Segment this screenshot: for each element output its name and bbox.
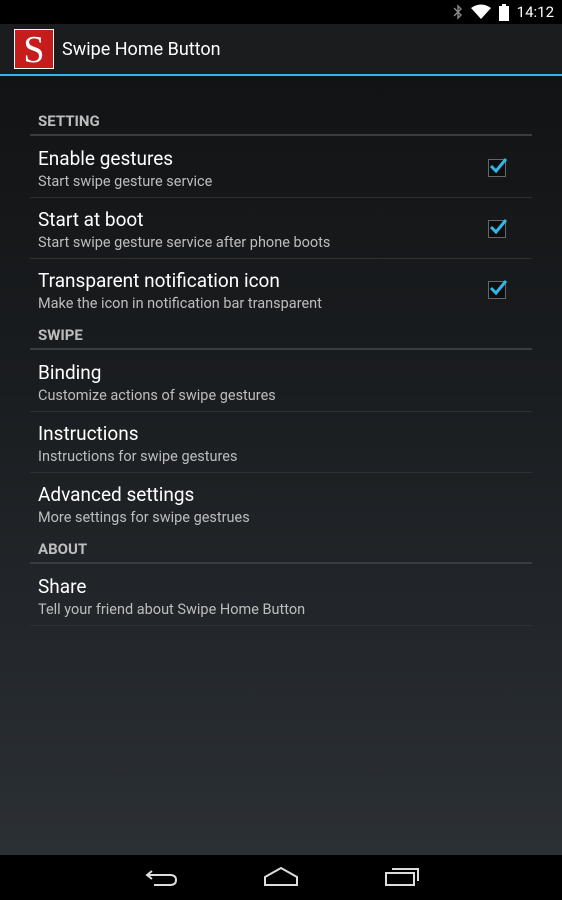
pref-title: Instructions [38,422,139,445]
pref-title: Transparent notification icon [38,269,280,292]
home-icon[interactable] [263,865,299,893]
pref-summary: Make the icon in notification bar transp… [38,295,322,312]
transparent-notification-icon-checkbox[interactable] [488,280,508,299]
checkmark-icon [489,280,508,296]
pref-summary: Tell your friend about Swipe Home Button [38,601,306,618]
back-icon[interactable] [144,865,178,893]
pref-title: Share [38,575,87,598]
pref-summary: More settings for swipe gestrues [38,509,250,526]
wifi-icon [470,4,491,20]
recent-apps-icon[interactable] [384,865,420,893]
start-at-boot-checkbox[interactable] [488,219,508,238]
enable-gestures-checkbox[interactable] [488,158,508,177]
pref-summary: Start swipe gesture service after phone … [38,234,331,251]
battery-icon [498,3,509,21]
status-clock: 14:12 [516,3,554,21]
pref-instructions[interactable]: Instructions Instructions for swipe gest… [30,412,532,473]
checkmark-icon [489,158,508,174]
checkmark-icon [489,219,508,235]
pref-binding[interactable]: Binding Customize actions of swipe gestu… [30,351,532,412]
action-bar: S Swipe Home Button [0,24,562,76]
pref-summary: Customize actions of swipe gestures [38,387,276,404]
pref-summary: Start swipe gesture service [38,173,213,190]
pref-share[interactable]: Share Tell your friend about Swipe Home … [30,565,532,626]
section-header-swipe: SWIPE [30,326,532,350]
section-header-about: ABOUT [30,540,532,564]
pref-title: Start at boot [38,208,144,231]
pref-enable-gestures[interactable]: Enable gestures Start swipe gesture serv… [30,137,532,198]
pref-title: Enable gestures [38,147,174,170]
pref-title: Binding [38,361,102,384]
pref-transparent-notification-icon[interactable]: Transparent notification icon Make the i… [30,259,532,320]
navigation-bar [0,855,562,900]
section-header-setting: SETTING [30,112,532,136]
pref-advanced-settings[interactable]: Advanced settings More settings for swip… [30,473,532,534]
pref-start-at-boot[interactable]: Start at boot Start swipe gesture servic… [30,198,532,259]
pref-summary: Instructions for swipe gestures [38,448,238,465]
app-logo[interactable]: S [14,29,54,69]
status-bar: 14:12 [0,0,562,24]
app-title: Swipe Home Button [62,38,221,60]
pref-title: Advanced settings [38,483,195,506]
bluetooth-icon [453,4,463,20]
